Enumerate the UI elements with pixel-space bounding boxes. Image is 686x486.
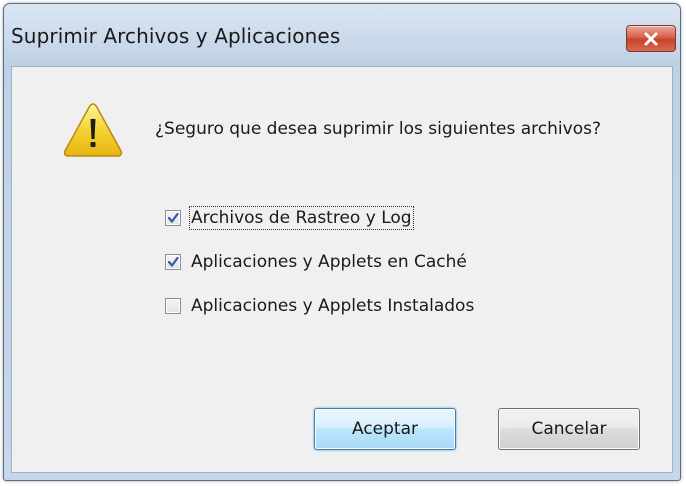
close-button[interactable] xyxy=(626,25,676,52)
cancel-button-label: Cancelar xyxy=(531,419,607,439)
accept-button[interactable]: Aceptar xyxy=(314,408,456,450)
dialog-content: ¿Seguro que desea suprimir los siguiente… xyxy=(11,66,673,473)
option-cached-apps[interactable]: Aplicaciones y Applets en Caché xyxy=(165,249,467,275)
option-label-installed-apps: Aplicaciones y Applets Instalados xyxy=(191,296,475,316)
accept-button-label: Aceptar xyxy=(352,419,418,439)
check-icon xyxy=(167,212,179,223)
option-label-cached-apps: Aplicaciones y Applets en Caché xyxy=(191,252,467,272)
checkbox-trace-log-files[interactable] xyxy=(165,210,181,226)
check-icon xyxy=(167,256,179,267)
close-icon xyxy=(643,32,659,46)
option-trace-log-files[interactable]: Archivos de Rastreo y Log xyxy=(165,205,414,231)
warning-icon xyxy=(62,101,124,159)
option-installed-apps[interactable]: Aplicaciones y Applets Instalados xyxy=(165,293,474,319)
window-title: Suprimir Archivos y Aplicaciones xyxy=(11,24,341,48)
confirmation-question: ¿Seguro que desea suprimir los siguiente… xyxy=(155,119,601,139)
checkbox-installed-apps[interactable] xyxy=(165,298,181,314)
checkbox-cached-apps[interactable] xyxy=(165,254,181,270)
dialog-window: Suprimir Archivos y Aplicaciones ¿Seguro… xyxy=(3,3,681,481)
cancel-button[interactable]: Cancelar xyxy=(498,408,640,450)
option-label-trace-log-files: Archivos de Rastreo y Log xyxy=(189,206,414,230)
title-bar[interactable]: Suprimir Archivos y Aplicaciones xyxy=(4,4,680,68)
